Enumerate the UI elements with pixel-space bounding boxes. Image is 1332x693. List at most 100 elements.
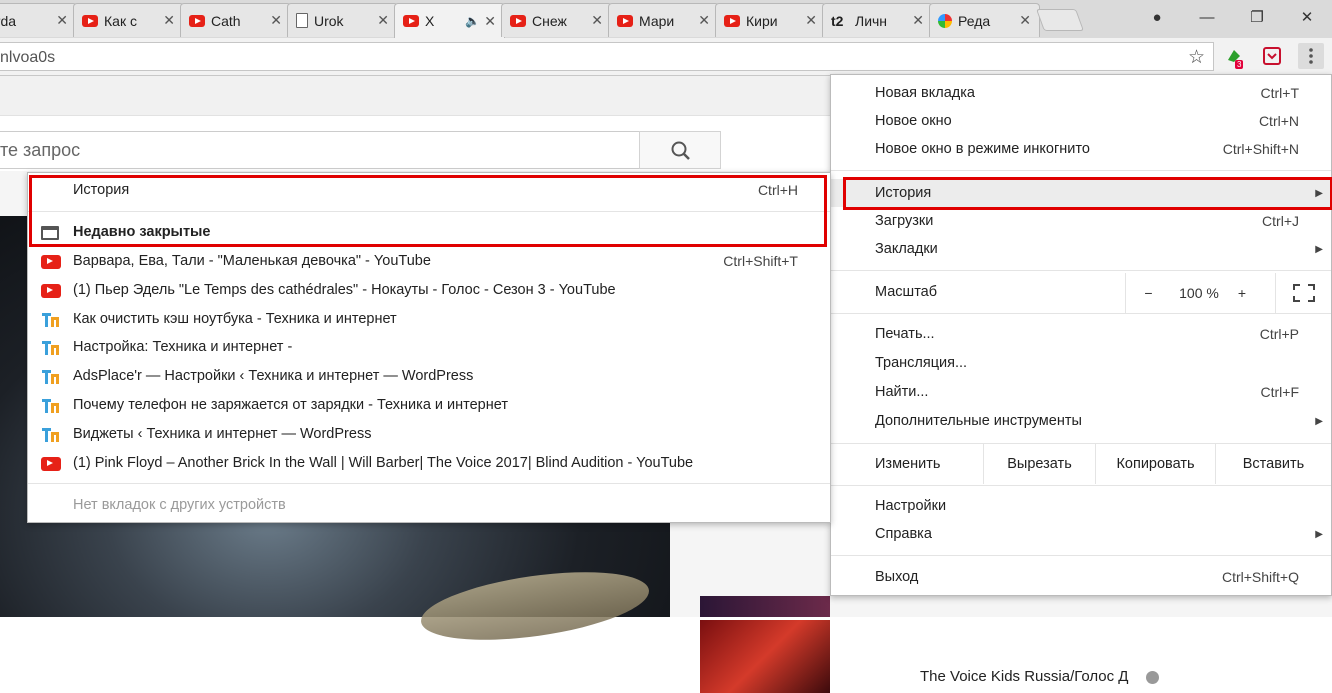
menu-item-new-window[interactable]: Новое окно Ctrl+N: [831, 107, 1331, 135]
entry-shortcut: Ctrl+Shift+T: [723, 253, 798, 269]
recently-closed-entry[interactable]: Варвара, Ева, Тали - "Маленькая девочка"…: [28, 248, 830, 276]
menu-item-help[interactable]: Справка ▶: [831, 520, 1331, 548]
browser-tab[interactable]: Как с ✕: [73, 3, 184, 37]
browser-tab[interactable]: Jorda ✕: [0, 3, 77, 37]
youtube-icon: [41, 456, 61, 471]
browser-tab[interactable]: Cath ✕: [180, 3, 291, 37]
close-tab-icon[interactable]: ✕: [163, 12, 175, 29]
maximize-button[interactable]: ❐: [1232, 8, 1282, 26]
t2-icon: t2: [831, 12, 844, 29]
menu-separator: [831, 313, 1331, 314]
extension-badge: 3: [1235, 60, 1244, 69]
bookmark-star-icon[interactable]: ☆: [1188, 46, 1205, 69]
window-controls: ● — ❐ ✕: [1132, 0, 1332, 34]
chrome-main-menu: Новая вкладка Ctrl+T Новое окно Ctrl+N Н…: [830, 74, 1332, 596]
chrome-menu-button[interactable]: [1298, 43, 1324, 69]
zoom-out-button[interactable]: −: [1125, 273, 1171, 313]
site-tp-icon: [41, 398, 61, 413]
browser-tab[interactable]: Кири ✕: [715, 3, 826, 37]
youtube-icon: [41, 283, 61, 298]
search-icon: [671, 141, 690, 160]
close-tab-icon[interactable]: ✕: [1019, 12, 1031, 29]
zoom-in-button[interactable]: +: [1227, 273, 1257, 313]
browser-tab[interactable]: Реда ✕: [929, 3, 1040, 37]
close-tab-icon[interactable]: ✕: [912, 12, 924, 29]
menu-separator: [831, 485, 1331, 486]
tab-title: Как с: [104, 12, 137, 29]
menu-item-label: Дополнительные инструменты: [875, 413, 1082, 429]
site-tp-icon: [41, 427, 61, 442]
menu-item-settings[interactable]: Настройки: [831, 492, 1331, 520]
browser-tab[interactable]: Снеж ✕: [501, 3, 612, 37]
entry-title: Почему телефон не заряжается от зарядки …: [73, 397, 508, 413]
menu-item-shortcut: Ctrl+T: [1260, 85, 1300, 101]
close-tab-icon[interactable]: ✕: [484, 13, 496, 30]
browser-tab[interactable]: t2 Личн ✕: [822, 3, 933, 37]
recently-closed-entry[interactable]: Почему телефон не заряжается от зарядки …: [28, 392, 830, 420]
minimize-button[interactable]: —: [1182, 9, 1232, 26]
recently-closed-entry[interactable]: Настройка: Техника и интернет -: [28, 334, 830, 362]
menu-item-downloads[interactable]: Загрузки Ctrl+J: [831, 207, 1331, 235]
recently-closed-entry[interactable]: (1) Pink Floyd – Another Brick In the Wa…: [28, 450, 830, 478]
pocket-icon[interactable]: [1262, 46, 1282, 66]
menu-item-cast[interactable]: Трансляция...: [831, 349, 1331, 377]
red-highlight-box: [843, 177, 1332, 210]
search-placeholder: те запрос: [0, 140, 81, 160]
menu-item-find[interactable]: Найти... Ctrl+F: [831, 378, 1331, 406]
menu-item-label: Закладки: [875, 241, 938, 257]
close-tab-icon[interactable]: ✕: [591, 12, 603, 29]
menu-item-new-tab[interactable]: Новая вкладка Ctrl+T: [831, 79, 1331, 107]
menu-item-label: Найти...: [875, 384, 929, 400]
recently-closed-entry[interactable]: (1) Пьер Эдель "Le Temps des cathédrales…: [28, 277, 830, 305]
recently-closed-entry[interactable]: AdsPlace'r — Настройки ‹ Техника и интер…: [28, 363, 830, 391]
extension-puzzle-icon[interactable]: 3: [1224, 46, 1244, 69]
entry-title: (1) Pink Floyd – Another Brick In the Wa…: [73, 454, 694, 471]
new-tab-button[interactable]: [1035, 9, 1085, 31]
close-tab-icon[interactable]: ✕: [56, 12, 68, 29]
youtube-icon: [724, 14, 740, 27]
close-tab-icon[interactable]: ✕: [270, 12, 282, 29]
youtube-search-input[interactable]: те запрос: [0, 131, 640, 169]
browser-tab[interactable]: Urok ✕: [287, 3, 398, 37]
menu-item-bookmarks[interactable]: Закладки ▶: [831, 235, 1331, 263]
menu-item-shortcut: Ctrl+J: [1262, 213, 1299, 229]
menu-item-shortcut: Ctrl+F: [1260, 384, 1300, 400]
zoom-label: Масштаб: [875, 284, 938, 300]
menu-item-exit[interactable]: Выход Ctrl+Shift+Q: [831, 563, 1331, 591]
browser-tab[interactable]: Х 🔈 ✕: [394, 3, 505, 38]
site-tp-icon: [41, 369, 61, 385]
close-tab-icon[interactable]: ✕: [698, 12, 710, 29]
submenu-arrow-icon: ▶: [1315, 528, 1323, 540]
tab-title: Мари: [639, 12, 675, 29]
cut-button[interactable]: Вырезать: [983, 444, 1095, 484]
profile-icon[interactable]: ●: [1132, 9, 1182, 26]
paste-button[interactable]: Вставить: [1215, 444, 1331, 484]
edit-row: Изменить Вырезать Копировать Вставить: [831, 444, 1331, 484]
red-highlight-box: [29, 175, 827, 247]
close-tab-icon[interactable]: ✕: [805, 12, 817, 29]
copy-button[interactable]: Копировать: [1095, 444, 1215, 484]
fullscreen-button[interactable]: [1275, 273, 1331, 313]
menu-item-print[interactable]: Печать... Ctrl+P: [831, 320, 1331, 348]
tab-title: Jorda: [0, 12, 17, 29]
video-thumbnail[interactable]: [700, 596, 830, 617]
audio-playing-icon[interactable]: 🔈: [465, 14, 480, 28]
menu-item-more-tools[interactable]: Дополнительные инструменты ▶: [831, 407, 1331, 435]
submenu-arrow-icon: ▶: [1315, 243, 1323, 255]
menu-item-label: Справка: [875, 526, 932, 542]
youtube-icon: [82, 14, 98, 27]
recently-closed-entry[interactable]: Виджеты ‹ Техника и интернет — WordPress: [28, 421, 830, 449]
close-window-button[interactable]: ✕: [1282, 8, 1332, 26]
youtube-icon: [510, 14, 526, 27]
menu-item-shortcut: Ctrl+Shift+N: [1222, 141, 1299, 157]
browser-tab[interactable]: Мари ✕: [608, 3, 719, 37]
address-bar[interactable]: nlvoa0s ☆: [0, 42, 1214, 71]
youtube-search-button[interactable]: [639, 131, 721, 169]
menu-separator: [28, 483, 830, 484]
menu-item-incognito-window[interactable]: Новое окно в режиме инкогнито Ctrl+Shift…: [831, 135, 1331, 163]
recently-closed-entry[interactable]: Как очистить кэш ноутбука - Техника и ин…: [28, 306, 830, 334]
entry-title: Виджеты ‹ Техника и интернет — WordPress: [73, 425, 372, 442]
video-thumbnail[interactable]: [700, 620, 830, 693]
channel-name[interactable]: The Voice Kids Russia/Голос Д: [920, 668, 1128, 685]
close-tab-icon[interactable]: ✕: [377, 12, 389, 29]
